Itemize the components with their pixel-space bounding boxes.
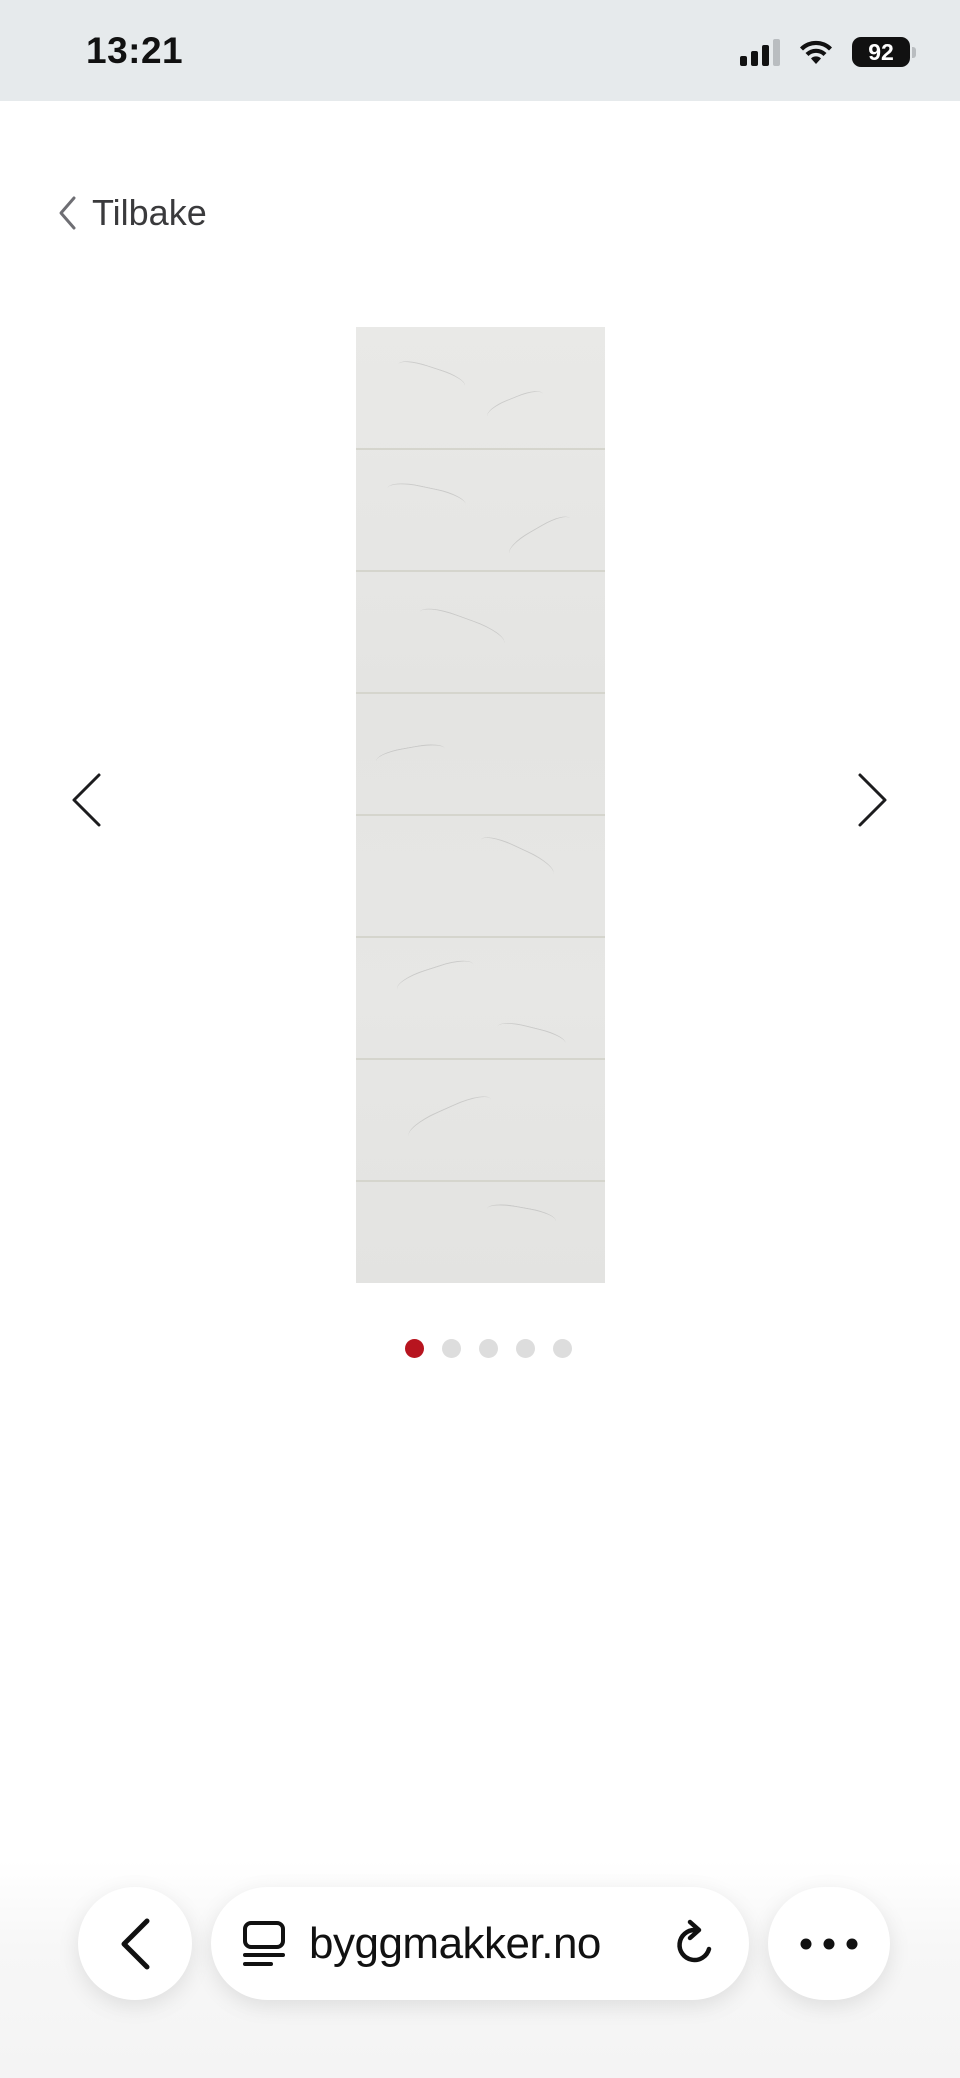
wifi-icon [800, 40, 832, 64]
chevron-left-icon [72, 773, 101, 827]
carousel-dot-2[interactable] [442, 1339, 461, 1358]
tile-joint [356, 692, 605, 694]
tile-joint [356, 1058, 605, 1060]
tile-joint [356, 936, 605, 938]
status-bar: 13:21 92 [0, 0, 960, 101]
tile-joint [356, 1180, 605, 1182]
battery-level: 92 [868, 38, 894, 65]
more-icon [800, 1938, 858, 1949]
marble-vein [374, 741, 448, 773]
tile-joint [356, 814, 605, 816]
page: 13:21 92 Tilbake byggmakker.no [0, 0, 960, 2078]
chevron-left-icon [59, 196, 76, 230]
chevron-right-icon [858, 773, 887, 827]
tabs-icon [243, 1920, 285, 1966]
back-link[interactable]: Tilbake [56, 188, 207, 238]
marble-vein [404, 1089, 498, 1151]
cellular-signal-icon [740, 38, 780, 66]
browser-more-button[interactable] [768, 1887, 890, 2000]
marble-vein [394, 955, 478, 1003]
back-link-label: Tilbake [92, 192, 207, 233]
next-image-button[interactable] [833, 760, 913, 840]
previous-image-button[interactable] [46, 760, 126, 840]
carousel-dot-1[interactable] [405, 1339, 424, 1358]
status-icons: 92 [740, 34, 916, 70]
carousel-dot-3[interactable] [479, 1339, 498, 1358]
tile-joint [356, 448, 605, 450]
chevron-left-icon [121, 1918, 150, 1969]
url-text: byggmakker.no [309, 1918, 601, 1968]
marble-vein [394, 356, 468, 398]
marble-vein [505, 510, 577, 566]
marble-vein [474, 831, 558, 887]
battery-indicator: 92 [852, 37, 916, 67]
address-bar[interactable]: byggmakker.no [211, 1887, 749, 2000]
browser-back-button[interactable] [78, 1887, 192, 2000]
marble-vein [484, 386, 548, 428]
status-time: 13:21 [86, 30, 184, 71]
marble-vein [494, 1018, 568, 1056]
tile-joint [356, 570, 605, 572]
carousel-pagination [405, 1339, 572, 1358]
marble-vein [484, 1201, 558, 1233]
reload-icon[interactable] [671, 1919, 719, 1969]
product-image[interactable] [356, 327, 605, 1283]
marble-vein [414, 602, 508, 658]
marble-vein [384, 478, 468, 520]
carousel-dot-4[interactable] [516, 1339, 535, 1358]
carousel-dot-5[interactable] [553, 1339, 572, 1358]
